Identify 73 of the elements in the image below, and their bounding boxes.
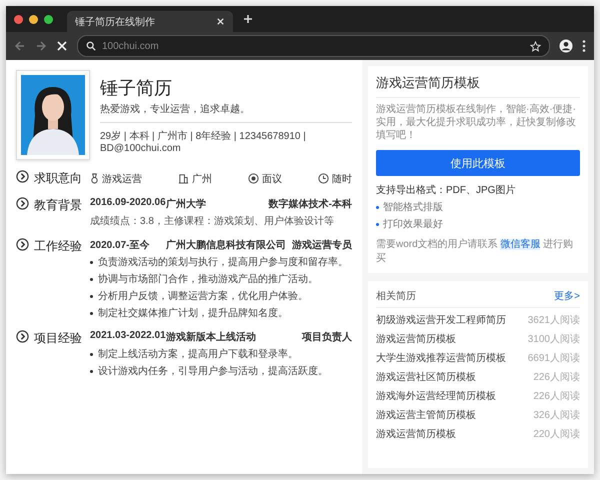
forward-icon[interactable] [35,40,47,52]
related-item[interactable]: 游戏运营主管简历模板 326人阅读 [376,408,580,422]
wechat-service-link[interactable]: 微信客服 [500,239,540,250]
browser-tab[interactable]: 锤子简历在线制作 [67,11,233,32]
building-icon [178,173,189,184]
entry-date: 2020.07-至今 [90,238,150,252]
bullet-dot [376,206,379,208]
medal-icon [90,173,99,184]
entry-organization: 广州大学 [166,197,207,211]
entry-date: 2021.03-2022.01 [90,330,166,341]
minimize-window-icon[interactable] [29,14,38,24]
bullet-text: 设计游戏内任务，引导用户参与活动，提高活跃度。 [98,364,328,378]
entry-date: 2016.09-2020.06 [90,197,166,210]
contact-note: 需要word文档的用户请联系 微信客服 进行购买 [376,238,574,265]
template-description: 游戏运营简历模板在线制作，智能·高效·便捷·实用，最大化提升求职成功率，赶快复制修改填写吧！ [376,103,577,142]
use-template-button[interactable]: 使用此模板 [376,150,580,176]
bullet-dot [90,294,93,298]
chevron-circle-icon [16,170,29,183]
clock-icon [318,173,329,184]
chevron-circle-icon [16,197,29,210]
intention-value: 随时 [332,172,352,186]
tagline: 热爱游戏，专业运营，追求卓越。 [100,102,352,123]
back-icon[interactable] [14,40,26,52]
address-bar[interactable]: 100chui.com [77,35,550,57]
bullet-dot [376,222,379,226]
more-link[interactable]: 更多> [554,289,580,303]
related-title: 相关简历 [376,290,416,303]
entry-organization: 游戏新版本上线活动 [166,330,257,344]
contact-info: 29岁 | 本科 | 广州市 | 8年经验 | 12345678910 | BD@100chui.com [100,130,307,154]
bullet-text: 制定上线活动方案，提高用户下载和登录率。 [98,348,298,361]
section-title: 求职意向 [34,170,82,187]
entry-detail: 成绩绩点：3.8，主修课程：游戏策划、用户体验设计等 [90,214,335,228]
bullet-dot [90,260,93,264]
chevron-circle-icon [16,330,29,343]
stop-icon[interactable] [56,40,68,52]
search-icon [86,41,96,51]
intention-value: 面议 [262,172,282,186]
bullet-text: 协调与市场部门合作，推动游戏产品的推广活动。 [98,272,318,286]
related-item[interactable]: 游戏运营简历模板 220人阅读 [376,427,580,441]
bullet-text: 制定社交媒体推广计划，提升品牌知名度。 [98,306,288,320]
entry-role: 游戏运营专员 [292,238,352,252]
bullet-dot [90,312,93,314]
section-title: 工作经验 [34,238,82,255]
template-title: 游戏运营简历模板 [376,74,580,98]
feature-text: 智能格式排版 [383,200,443,214]
related-item[interactable]: 大学生游戏推荐运营简历模板 6691人阅读 [376,351,580,365]
bullet-dot [90,278,93,280]
entry-role: 项目负责人 [302,330,352,344]
entry-organization: 广州大鹏信息科技有限公司 [166,238,287,252]
related-item[interactable]: 初级游戏运营开发工程师简历 3621人阅读 [376,313,580,327]
bullet-text: 负责游戏活动的策划与执行，提高用户参与度和留存率。 [98,256,348,269]
section-title: 项目经验 [34,330,82,347]
entry-role: 数字媒体技术-本科 [268,197,352,211]
related-item[interactable]: 游戏运营社区简历模板 226人阅读 [376,370,580,384]
section-title: 教育背景 [34,197,82,214]
menu-icon[interactable] [582,39,586,53]
account-icon[interactable] [559,39,573,53]
intention-value: 游戏运营 [102,172,142,186]
star-icon[interactable] [530,40,541,52]
maximize-window-icon[interactable] [44,14,53,24]
bullet-dot [90,352,93,356]
chevron-circle-icon [16,238,29,251]
bullet-text: 分析用户反馈，调整运营方案，优化用户体验。 [98,290,308,303]
new-tab-icon[interactable] [243,14,253,24]
resume-name: 锤子简历 [100,77,173,100]
bullet-dot [90,370,93,372]
export-formats: 支持导出格式：PDF、JPG图片 [376,184,516,197]
feature-text: 打印效果最好 [383,218,443,231]
related-item[interactable]: 游戏运营简历模板 3100人阅读 [376,332,580,346]
related-item[interactable]: 游戏海外运营经理简历模板 226人阅读 [376,389,580,403]
intention-value: 广州 [192,172,212,186]
close-window-icon[interactable] [14,14,23,24]
close-icon[interactable] [216,17,225,26]
